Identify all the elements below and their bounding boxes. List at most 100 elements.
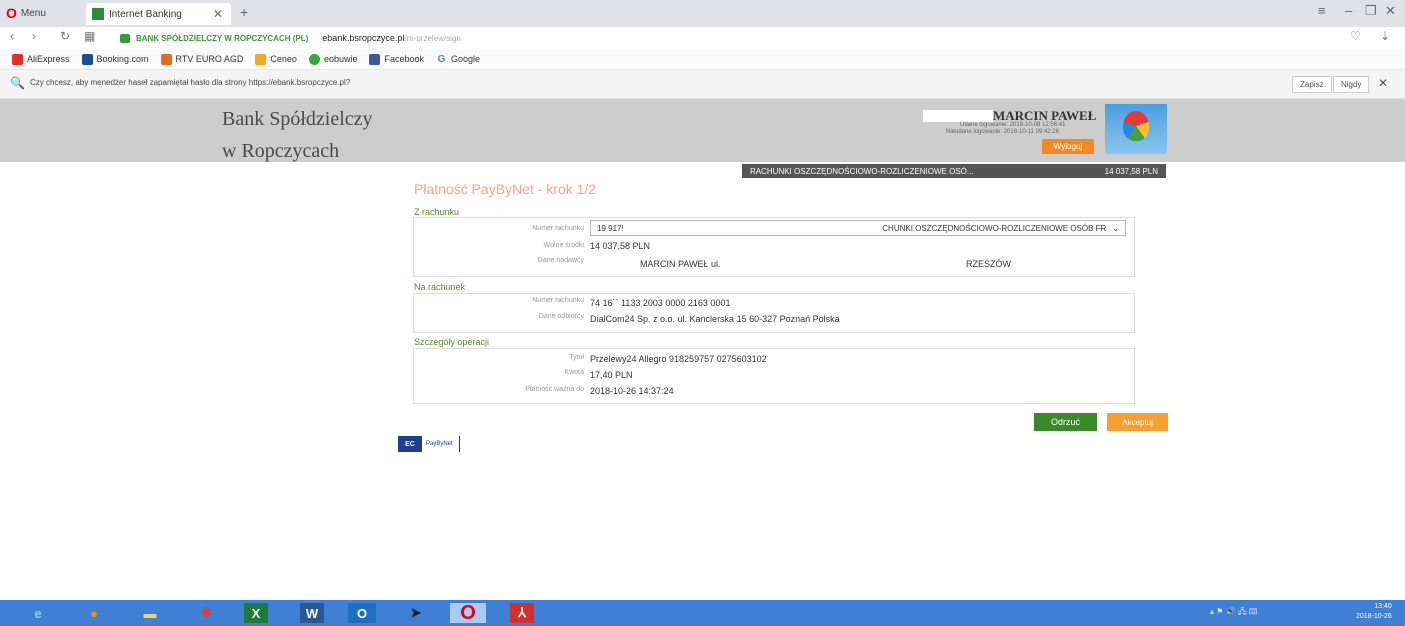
to-account-label: Numer rachunku <box>532 297 584 304</box>
bookmark-ceneo[interactable]: Ceneo <box>255 53 297 65</box>
bank-header <box>0 99 1405 162</box>
payment-title-label: Tytuł <box>569 354 584 361</box>
booking-icon <box>81 53 93 65</box>
last-login-success: Udane logowanie: 2018-10-08 12:56:41 <box>960 122 1066 128</box>
bookmark-aliexpress[interactable]: AliExpress <box>12 53 70 65</box>
accept-button[interactable]: Akceptuj <box>1107 413 1168 431</box>
url-field[interactable]: BANK SPÓŁDZIELCZY W ROPCZYCACH (PL) eban… <box>120 30 461 46</box>
back-icon[interactable]: ‹ <box>10 29 14 43</box>
lock-icon <box>120 33 130 43</box>
reject-button[interactable]: Odrzuć <box>1034 413 1097 431</box>
valid-until-label: Płatność ważna do <box>525 386 584 393</box>
download-icon[interactable]: ⇣ <box>1380 29 1390 43</box>
source-account-number: 19 917! <box>597 223 624 233</box>
system-tray-icons[interactable]: ▴ ⚑ 🔊 🖧 ⌨ <box>1210 606 1257 620</box>
opera-icon[interactable]: O <box>450 602 486 624</box>
adobe-icon[interactable]: ✱ <box>188 603 224 623</box>
word-icon[interactable]: W <box>300 603 324 623</box>
password-prompt-text: Czy chcesz, aby menedżer haseł zapamięta… <box>30 78 351 87</box>
bookmarks-bar: AliExpress Booking.com RTV EURO AGD Cene… <box>0 49 1405 70</box>
speed-dial-icon[interactable]: ▦ <box>84 29 95 43</box>
facebook-icon <box>369 53 381 65</box>
excel-icon[interactable]: X <box>244 603 268 623</box>
logout-button[interactable]: Wyloguj <box>1042 139 1094 154</box>
user-avatar <box>1105 104 1167 154</box>
redaction-box <box>628 221 804 235</box>
funds-value: 14 037,58 PLN <box>590 241 651 251</box>
url-host: ebank.bsropczyce.pl <box>322 33 405 43</box>
tab-menu-icon[interactable]: ≡ <box>1318 3 1326 18</box>
arrow-app-icon[interactable]: ➤ <box>398 603 434 623</box>
opera-menu-button[interactable]: O Menu <box>6 3 46 23</box>
amount-value: 17,40 PLN <box>590 370 633 380</box>
payment-title-value: Przelewy24 Allegro 918259757 0275603102 <box>590 354 767 364</box>
valid-until-value: 2018-10-26 14:37:24 <box>590 386 674 396</box>
sender-value: MARCIN PAWEŁ ul. <box>640 259 721 269</box>
pdf-icon[interactable]: ⅄ <box>510 603 534 623</box>
minimize-icon[interactable]: – <box>1345 3 1352 18</box>
from-account-label: Numer rachunku <box>532 225 584 232</box>
source-account-name: CHUNKI OSZCZĘDNOŚCIOWO-ROZLICZENIOWE OSÓ… <box>882 223 1107 233</box>
section-from-account: Z rachunku <box>414 207 460 217</box>
balloon-icon <box>1123 111 1149 141</box>
aliexpress-icon <box>12 53 23 65</box>
to-account-value: 74 16`` 1133 2003 0000 2163 0001 <box>590 298 731 308</box>
bookmark-rtv-euro-agd[interactable]: RTV EURO AGD <box>160 53 243 65</box>
save-password-button[interactable]: Zapisz <box>1292 76 1332 93</box>
reload-icon[interactable]: ↻ <box>60 29 70 43</box>
section-to-account: Na rachunek <box>414 282 466 292</box>
bookmark-facebook[interactable]: Facebook <box>369 53 424 65</box>
ie-icon[interactable]: e <box>20 603 56 623</box>
divider <box>458 436 460 452</box>
paybynet-logo-text: PayByNet <box>426 441 453 447</box>
new-tab-icon[interactable]: + <box>240 4 248 20</box>
bookmark-booking[interactable]: Booking.com <box>81 53 149 65</box>
tab-internet-banking[interactable]: Internet Banking ✕ <box>86 3 231 25</box>
bank-name-line1: Bank Spółdzielczy <box>222 108 373 130</box>
close-prompt-icon[interactable]: ✕ <box>1378 76 1388 90</box>
url-site-label: BANK SPÓŁDZIELCZY W ROPCZYCACH (PL) <box>136 33 309 43</box>
url-path: /rn-przelew/sign <box>404 33 461 43</box>
menu-label: Menu <box>20 7 46 19</box>
clock-time: 13:40 <box>1374 603 1392 610</box>
tab-close-icon[interactable]: ✕ <box>213 7 223 21</box>
key-icon: 🔍 <box>10 76 25 90</box>
sender-label: Dane nadawcy <box>537 257 584 264</box>
page-title: Płatność PayByNet - krok 1/2 <box>414 181 597 197</box>
clock-date: 2018-10-26 <box>1356 613 1392 620</box>
section-operation-details: Szczegóły operacji <box>414 337 490 347</box>
amount-label: Kwota <box>564 369 584 376</box>
chevron-down-icon: ⌄ <box>1112 223 1119 233</box>
forward-icon[interactable]: › <box>32 29 36 43</box>
rtv-euro-agd-icon <box>160 53 172 65</box>
account-strip-balance: 14 037,58 PLN <box>1104 166 1158 176</box>
bookmark-eobuwie[interactable]: eobuwie <box>308 53 357 65</box>
last-login-failure: Nieudane logowanie: 2018-10-11 09:42:26 <box>946 129 1059 135</box>
account-selector-strip[interactable]: RACHUNKI OSZCZĘDNOŚCIOWO-ROZLICZENIOWE O… <box>742 164 1166 178</box>
outlook-icon[interactable]: O <box>348 603 376 623</box>
redaction-box <box>923 110 993 122</box>
account-strip-name: RACHUNKI OSZCZĘDNOŚCIOWO-ROZLICZENIOWE O… <box>750 166 974 176</box>
bank-logo-text: Bank Spółdzielczy w Ropczycach <box>222 106 373 164</box>
password-save-prompt: 🔍 Czy chcesz, aby menedżer haseł zapamię… <box>0 70 1405 99</box>
ceneo-icon <box>255 53 267 65</box>
tab-title: Internet Banking <box>109 8 182 20</box>
paybynet-logo: EC PayByNet <box>398 436 460 452</box>
bank-favicon-icon <box>92 8 104 20</box>
never-save-button[interactable]: Nigdy <box>1333 76 1370 93</box>
funds-label: Wolne środki <box>543 242 584 249</box>
firefox-icon[interactable]: ● <box>76 603 112 623</box>
paybynet-logo-icon: EC <box>398 436 422 452</box>
close-window-icon[interactable]: ✕ <box>1385 3 1396 19</box>
recipient-label: Dane odbiorcy <box>538 313 584 320</box>
explorer-icon[interactable]: ▬ <box>132 603 168 623</box>
restore-icon[interactable]: ❐ <box>1365 3 1377 19</box>
bookmark-google[interactable]: G Google <box>436 53 480 65</box>
recipient-value: DialCom24 Sp. z o.o. ul. Kanclerska 15 6… <box>590 314 840 324</box>
opera-logo-icon: O <box>6 5 17 21</box>
google-icon: G <box>436 53 447 65</box>
sender-city: RZESZÓW <box>966 259 1011 269</box>
taskbar-clock[interactable]: 13:40 2018-10-26 <box>1356 602 1392 622</box>
eobuwie-icon <box>308 53 320 65</box>
bookmark-heart-icon[interactable]: ♡ <box>1350 29 1361 43</box>
